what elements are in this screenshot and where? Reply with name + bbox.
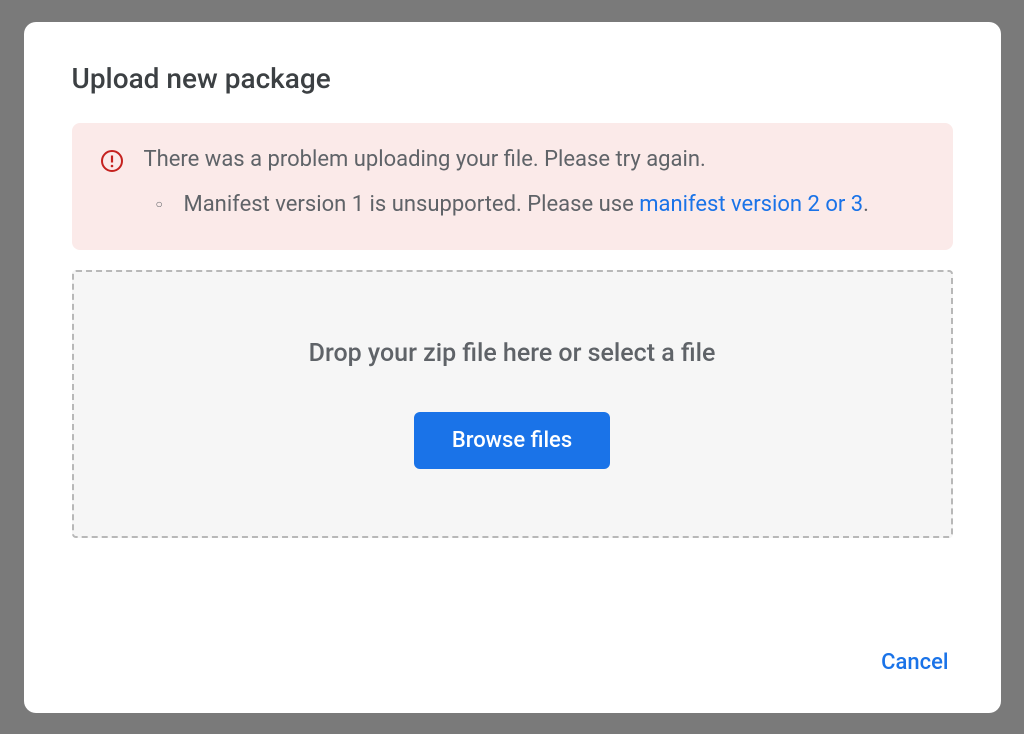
error-detail-item: Manifest version 1 is unsupported. Pleas… [160, 188, 925, 222]
error-alert: There was a problem uploading your file.… [72, 123, 953, 250]
file-dropzone[interactable]: Drop your zip file here or select a file… [72, 270, 953, 538]
upload-package-dialog: Upload new package There was a problem u… [24, 22, 1001, 713]
dropzone-instruction: Drop your zip file here or select a file [309, 339, 716, 368]
manifest-version-link[interactable]: manifest version 2 or 3 [639, 192, 863, 217]
dialog-title: Upload new package [72, 62, 953, 95]
error-icon [100, 147, 124, 222]
error-title: There was a problem uploading your file.… [144, 147, 925, 172]
dialog-actions: Cancel [877, 642, 952, 683]
error-content: There was a problem uploading your file.… [144, 147, 925, 222]
error-detail-list: Manifest version 1 is unsupported. Pleas… [144, 188, 925, 222]
cancel-button[interactable]: Cancel [877, 642, 952, 683]
error-detail-prefix: Manifest version 1 is unsupported. Pleas… [184, 192, 640, 217]
browse-files-button[interactable]: Browse files [414, 412, 610, 469]
error-detail-suffix: . [863, 192, 869, 217]
